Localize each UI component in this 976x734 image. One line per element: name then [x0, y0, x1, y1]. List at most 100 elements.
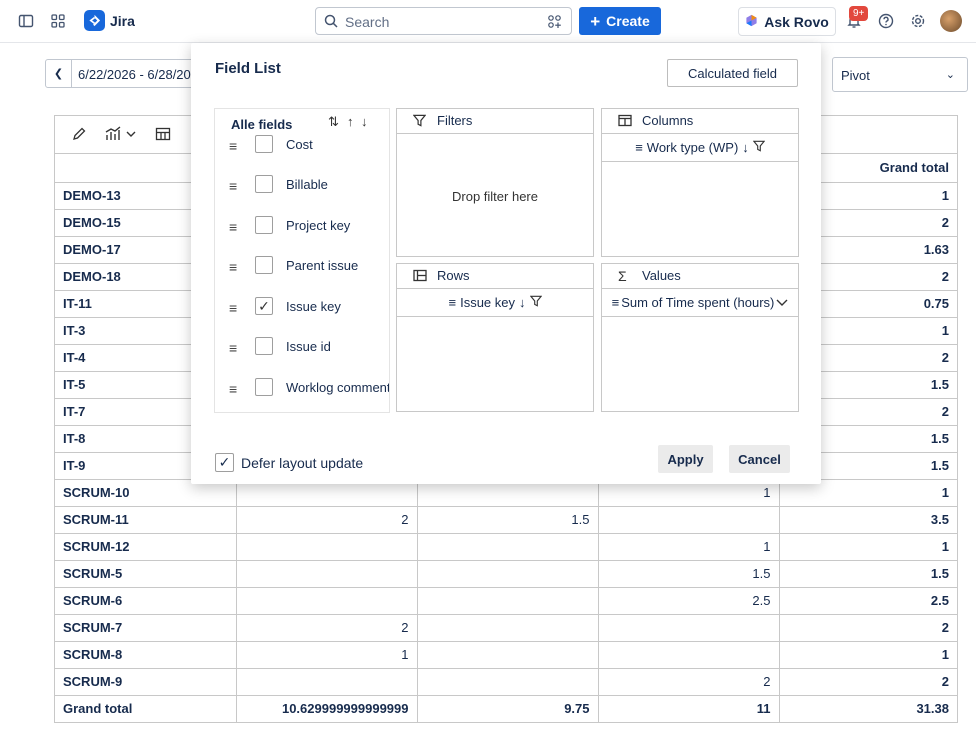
field-label: Billable — [286, 177, 328, 192]
gear-icon[interactable] — [908, 11, 928, 31]
search-icon — [324, 14, 338, 33]
notification-badge: 9+ — [849, 6, 869, 21]
cell-value: 1 — [236, 641, 418, 669]
chart-icon[interactable] — [105, 126, 137, 145]
defer-checkbox[interactable]: ✓ — [215, 453, 234, 472]
apply-button[interactable]: Apply — [658, 445, 713, 473]
rows-zone[interactable]: Rows ≡ Issue key ↓ — [396, 263, 594, 412]
field-list-item[interactable]: ≡ Parent issue — [215, 256, 389, 280]
cell-value: 1.5 — [598, 560, 780, 588]
field-list-item[interactable]: ≡ Worklog comment — [215, 378, 389, 402]
row-grand-total: 2 — [779, 668, 957, 696]
drag-handle-icon[interactable]: ≡ — [229, 340, 237, 356]
cell-value: 9.75 — [417, 695, 599, 722]
sort-descending-icon[interactable]: ↓ — [742, 140, 749, 155]
cell-value: 2 — [598, 668, 780, 696]
rovo-label: Ask Rovo — [764, 13, 829, 30]
field-checkbox[interactable] — [255, 256, 273, 274]
search-input[interactable]: Search — [315, 7, 572, 35]
top-navigation: Jira Search + Create Ask Rovo 9+ — [0, 0, 976, 43]
column-field-label: Work type (WP) — [646, 140, 739, 155]
grand-total-row: Grand total 10.629999999999999 9.75 11 31.38 — [55, 695, 957, 722]
field-checkbox[interactable] — [255, 378, 273, 396]
date-range-picker[interactable]: ❮ 6/22/2026 - 6/28/2026 — [45, 59, 205, 88]
create-label: Create — [606, 13, 650, 29]
filter-icon[interactable] — [529, 295, 542, 310]
value-field-label: Sum of Time spent (hours) — [621, 295, 775, 310]
app-name[interactable]: Jira — [110, 13, 135, 29]
sort-ascending-icon[interactable]: ↑ — [347, 114, 354, 129]
all-fields-panel: Alle fields ⇅ ↑ ↓ ≡ Cost ≡ Billable ≡ Project… — [214, 108, 390, 413]
create-button[interactable]: + Create — [579, 7, 661, 35]
drag-handle-icon[interactable]: ≡ — [635, 140, 643, 155]
sort-icon[interactable]: ⇅ — [328, 114, 339, 130]
jira-logo[interactable] — [84, 10, 105, 31]
field-list-item[interactable]: ≡ Issue id — [215, 337, 389, 361]
columns-zone[interactable]: Columns ≡ Work type (WP) ↓ — [601, 108, 799, 257]
sigma-icon: Σ — [618, 268, 627, 284]
drag-handle-icon[interactable]: ≡ — [229, 300, 237, 316]
field-list-item[interactable]: ≡ Project key — [215, 216, 389, 240]
cell-value — [598, 641, 780, 669]
drag-handle-icon[interactable]: ≡ — [229, 381, 237, 397]
field-label: Project key — [286, 218, 351, 233]
field-checkbox[interactable] — [255, 175, 273, 193]
plus-icon: + — [590, 11, 601, 31]
cancel-button[interactable]: Cancel — [729, 445, 790, 473]
row-key[interactable]: SCRUM-5 — [55, 560, 237, 588]
chevron-left-icon: ❮ — [53, 68, 64, 80]
row-grand-total: 3.5 — [779, 506, 957, 534]
grid-icon[interactable] — [155, 126, 171, 145]
sidebar-toggle-icon[interactable] — [16, 11, 36, 31]
field-checkbox[interactable] — [255, 135, 273, 153]
row-key[interactable]: SCRUM-6 — [55, 587, 237, 615]
filter-icon[interactable] — [547, 14, 563, 35]
avatar[interactable] — [940, 10, 962, 32]
values-zone[interactable]: Σ Values ≡ Sum of Time spent (hours) — [601, 263, 799, 412]
format-icon[interactable] — [71, 126, 87, 145]
filters-zone[interactable]: Filters Drop filter here — [396, 108, 594, 257]
chevron-down-icon[interactable] — [776, 295, 788, 310]
field-list-item[interactable]: ≡ Cost — [215, 135, 389, 159]
field-checkbox[interactable] — [255, 337, 273, 355]
field-list-item[interactable]: ≡ Billable — [215, 175, 389, 199]
sort-descending-icon[interactable]: ↓ — [519, 295, 526, 310]
previous-week-button[interactable]: ❮ — [46, 60, 72, 87]
drag-handle-icon[interactable]: ≡ — [229, 219, 237, 235]
row-key[interactable]: SCRUM-9 — [55, 668, 237, 696]
ask-rovo-button[interactable]: Ask Rovo — [738, 7, 836, 36]
field-list-item[interactable]: ≡ ✓ Issue key — [215, 297, 389, 321]
row-field-label: Issue key — [460, 295, 515, 310]
cell-value — [236, 587, 418, 615]
field-label: Issue id — [286, 339, 331, 354]
cell-value — [598, 506, 780, 534]
drop-filter-text: Drop filter here — [452, 189, 538, 204]
drag-handle-icon[interactable]: ≡ — [612, 295, 620, 310]
sort-descending-icon[interactable]: ↓ — [361, 114, 368, 129]
cell-value — [417, 560, 599, 588]
app-switcher-icon[interactable] — [48, 11, 68, 31]
filter-icon[interactable] — [752, 140, 766, 155]
calculated-field-button[interactable]: Calculated field — [667, 59, 798, 87]
row-field-chip[interactable]: ≡ Issue key ↓ — [397, 289, 593, 317]
row-key[interactable]: SCRUM-8 — [55, 641, 237, 669]
field-checkbox[interactable] — [255, 216, 273, 234]
value-field-chip[interactable]: ≡ Sum of Time spent (hours) — [602, 289, 798, 317]
row-key[interactable]: SCRUM-11 — [55, 506, 237, 534]
cell-value: 2.5 — [598, 587, 780, 615]
row-key[interactable]: Grand total — [55, 695, 237, 722]
field-checkbox[interactable]: ✓ — [255, 297, 273, 315]
dialog-title: Field List — [215, 60, 281, 77]
help-icon[interactable] — [876, 11, 896, 31]
column-field-chip[interactable]: ≡ Work type (WP) ↓ — [602, 134, 798, 162]
cell-value — [417, 533, 599, 561]
drag-handle-icon[interactable]: ≡ — [229, 138, 237, 154]
drag-handle-icon[interactable]: ≡ — [229, 259, 237, 275]
drag-handle-icon[interactable]: ≡ — [229, 178, 237, 194]
field-label: Cost — [286, 137, 313, 152]
drag-handle-icon[interactable]: ≡ — [448, 295, 456, 310]
row-key[interactable]: SCRUM-12 — [55, 533, 237, 561]
cell-value: 2 — [236, 614, 418, 642]
view-select[interactable]: Pivot ⌄ — [832, 57, 968, 92]
row-key[interactable]: SCRUM-7 — [55, 614, 237, 642]
